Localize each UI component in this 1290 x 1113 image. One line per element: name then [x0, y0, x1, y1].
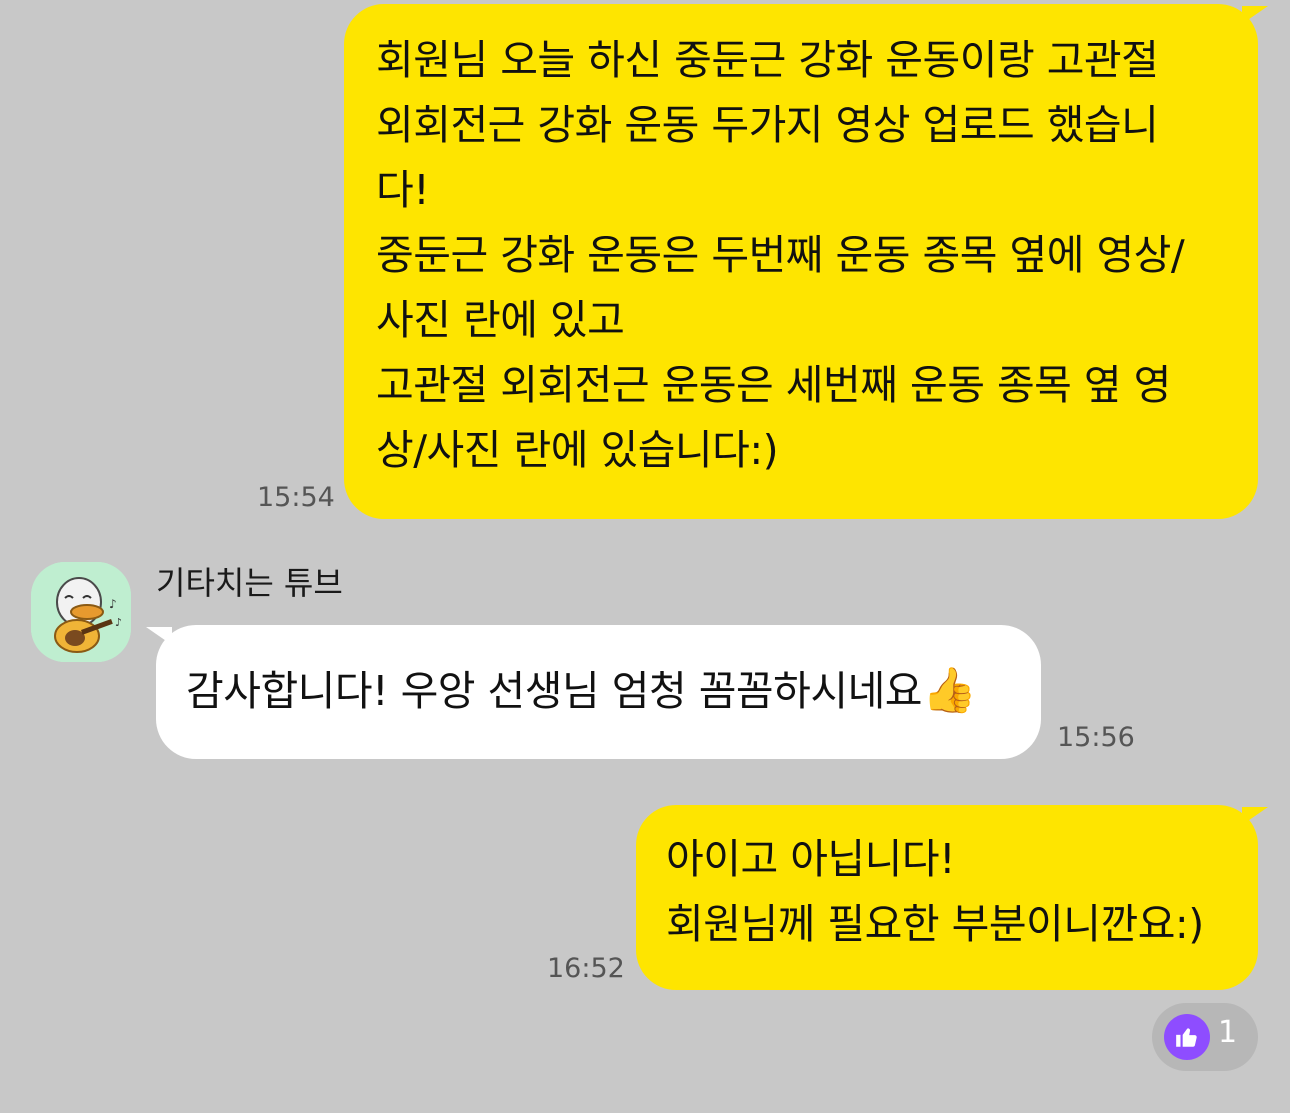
message-text-line: 중둔근 강화 운동은 두번째 운동 종목 옆에 영상/	[376, 231, 1185, 279]
message-text: 감사합니다! 우앙 선생님 엄청 꼼꼼하시네요	[186, 667, 923, 715]
bubble-tail	[146, 627, 172, 645]
message-bubble-outgoing[interactable]: 회원님 오늘 하신 중둔근 강화 운동이랑 고관절 외회전근 강화 운동 두가지…	[344, 4, 1258, 519]
message-text-line: 회원님 오늘 하신 중둔근 강화 운동이랑 고관절	[376, 36, 1159, 84]
thumbs-up-emoji-icon: 👍	[922, 665, 977, 716]
reaction-badge[interactable]: 1	[1152, 1003, 1258, 1071]
message-text-line: 상/사진 란에 있습니다:)	[376, 426, 779, 474]
message-text-line: 외회전근 강화 운동 두가지 영상 업로드 했습니	[376, 101, 1159, 149]
message-text-line: 다!	[376, 166, 430, 214]
message-timestamp: 15:56	[1057, 722, 1135, 753]
message-text-line: 회원님께 필요한 부분이니깐요:)	[666, 900, 1204, 948]
message-text-line: 아이고 아닙니다!	[666, 835, 956, 883]
bubble-tail	[1242, 807, 1268, 825]
message-timestamp: 15:54	[257, 482, 335, 513]
svg-text:♪: ♪	[115, 616, 122, 629]
tube-duck-guitar-avatar-icon: ♪ ♪	[31, 562, 131, 662]
svg-text:♪: ♪	[109, 597, 117, 611]
message-text-line: 고관절 외회전근 운동은 세번째 운동 종목 옆 영	[376, 361, 1171, 409]
message-text-line: 사진 란에 있고	[376, 296, 625, 344]
bubble-tail	[1242, 6, 1268, 24]
sender-avatar[interactable]: ♪ ♪	[31, 562, 131, 662]
message-timestamp: 16:52	[547, 953, 625, 984]
message-bubble-incoming[interactable]: 감사합니다! 우앙 선생님 엄청 꼼꼼하시네요👍	[156, 625, 1041, 759]
thumbs-up-icon	[1164, 1014, 1210, 1060]
sender-name: 기타치는 튜브	[156, 564, 343, 602]
message-bubble-outgoing[interactable]: 아이고 아닙니다! 회원님께 필요한 부분이니깐요:)	[636, 805, 1258, 990]
reaction-count: 1	[1218, 1015, 1238, 1050]
